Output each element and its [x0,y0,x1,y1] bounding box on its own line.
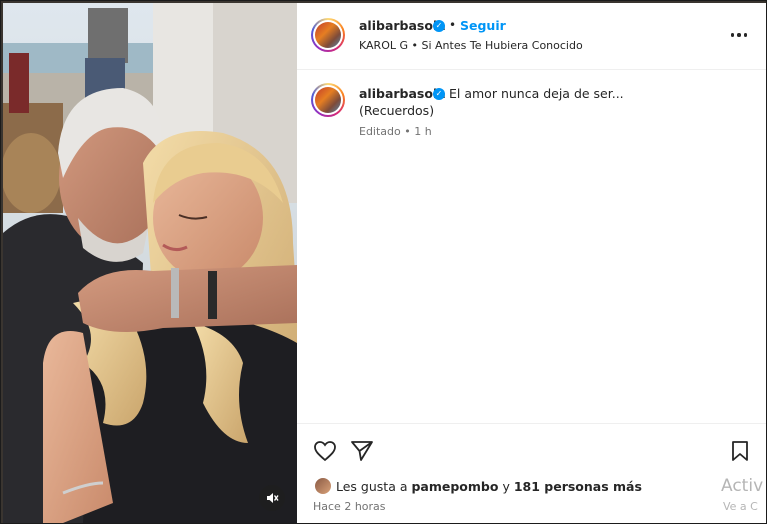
windows-activation-watermark-sub: Ve a C [723,500,758,513]
edited-separator: • [404,125,411,138]
instagram-post-window: alibarbasola ✓ • Seguir KAROL G • Si Ant… [0,0,767,524]
bookmark-icon [732,441,748,461]
audio-artist: KAROL G [359,39,408,52]
mute-toggle-button[interactable] [259,485,285,511]
liker-avatar[interactable] [315,478,331,494]
post-actions-footer: Les gusta a pamepombo y 181 personas más… [297,423,766,524]
video-frame-illustration [3,3,297,523]
windows-activation-watermark: Activ [721,476,764,496]
audio-title: Si Antes Te Hubiera Conocido [421,39,583,52]
edited-info: Editado • 1 h [359,125,432,138]
likes-count[interactable]: 181 personas más [514,479,642,494]
caption-line-2: (Recuerdos) [359,103,435,118]
likes-prefix: Les gusta a [336,479,408,494]
like-button[interactable] [313,440,337,466]
post-video[interactable] [3,3,297,523]
likes-summary[interactable]: Les gusta a pamepombo y 181 personas más [336,479,642,494]
verified-badge-icon: ✓ [433,88,445,100]
caption-author-avatar[interactable] [311,83,345,117]
post-header: alibarbasola ✓ • Seguir KAROL G • Si Ant… [297,3,766,70]
likes-and: y [502,479,510,494]
separator-dot: • [449,18,457,32]
audio-separator: • [411,39,419,52]
edited-time: 1 h [414,125,432,138]
post-details-panel: alibarbasola ✓ • Seguir KAROL G • Si Ant… [297,3,766,523]
audio-track-link[interactable]: KAROL G • Si Antes Te Hubiera Conocido [359,39,583,52]
post-timestamp: Hace 2 horas [313,500,386,513]
muted-speaker-icon [267,493,279,503]
likes-user[interactable]: pamepombo [411,479,498,494]
verified-badge-icon: ✓ [433,20,445,32]
follow-button[interactable]: Seguir [460,18,506,33]
more-options-icon[interactable] [727,25,751,45]
paper-plane-icon [351,441,373,461]
share-button[interactable] [350,440,374,466]
caption-text: El amor nunca deja de ser... [449,86,624,101]
save-button[interactable] [730,440,750,466]
author-avatar[interactable] [311,18,345,52]
heart-icon [314,441,336,462]
edited-label: Editado [359,125,401,138]
